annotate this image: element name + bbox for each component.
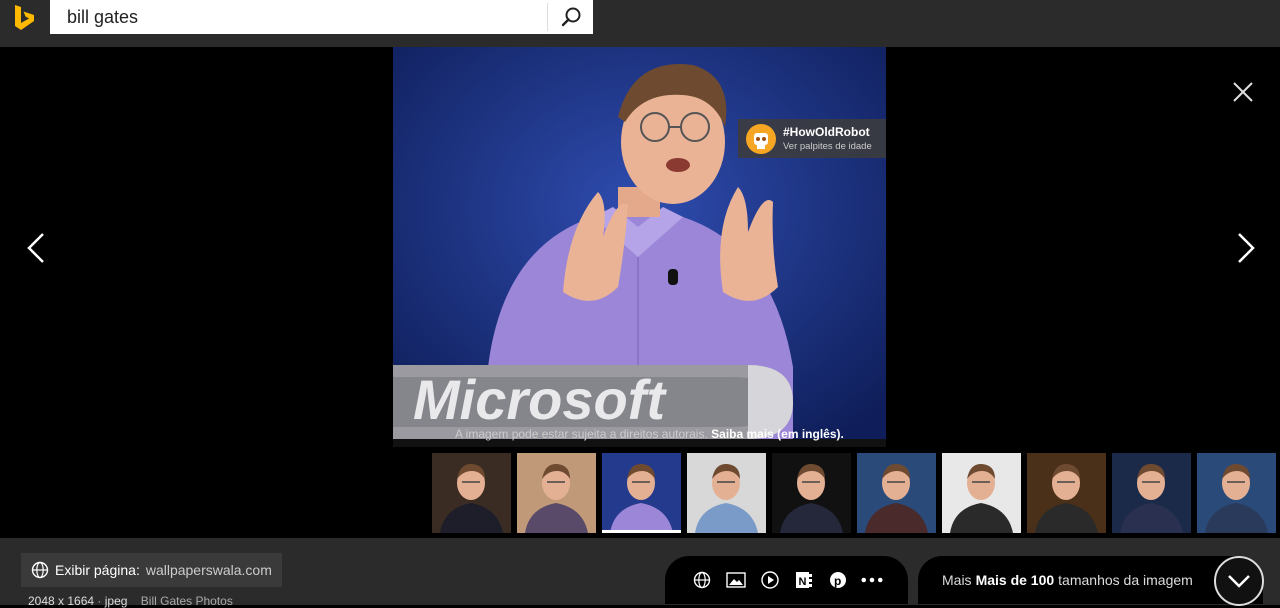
- search-icon: [561, 7, 580, 27]
- image-icon: [725, 572, 746, 588]
- chevron-left-icon: [27, 233, 44, 263]
- visit-page-button[interactable]: Exibir página: wallpaperswala.com: [21, 553, 282, 587]
- copyright-learn-more-link[interactable]: Saiba mais (em inglês): [711, 427, 840, 441]
- search-button[interactable]: [548, 0, 593, 34]
- svg-text:p: p: [834, 574, 841, 588]
- thumbnail-image: [857, 453, 936, 533]
- thumbnail-image: [942, 453, 1021, 533]
- how-old-robot-title: #HowOldRobot: [783, 125, 870, 139]
- search-input[interactable]: [50, 0, 546, 34]
- related-search-link[interactable]: Bill Gates Photos: [141, 594, 233, 608]
- thumbnail-image: [1112, 453, 1191, 533]
- play-icon: [760, 571, 779, 589]
- copyright-period: .: [840, 427, 844, 441]
- thumbnail-image: [517, 453, 596, 533]
- thumbnail-5[interactable]: [772, 453, 851, 533]
- pinterest-icon: p: [829, 572, 846, 588]
- thumbnail-9[interactable]: [1112, 453, 1191, 533]
- onenote-button[interactable]: N: [793, 569, 815, 591]
- thumbnail-2[interactable]: [517, 453, 596, 533]
- expand-button[interactable]: [1214, 556, 1264, 606]
- search-box: [50, 0, 593, 34]
- thumbnail-image: [1027, 453, 1106, 533]
- robot-icon: [746, 124, 776, 154]
- more-sizes-suffix: tamanhos da imagem: [1058, 572, 1193, 588]
- visit-page-label: Exibir página:: [55, 562, 140, 578]
- thumbnail-image: [687, 453, 766, 533]
- thumbnail-6[interactable]: [857, 453, 936, 533]
- close-icon: [1233, 82, 1253, 102]
- how-old-robot-badge[interactable]: #HowOldRobot Ver palpites de idade: [738, 119, 886, 158]
- view-image-button[interactable]: [725, 569, 747, 591]
- onenote-icon: N: [795, 572, 812, 588]
- previous-image-button[interactable]: [24, 232, 50, 264]
- thumbnail-1[interactable]: [432, 453, 511, 533]
- meta-separator: ·: [97, 594, 102, 608]
- more-icon: [860, 577, 883, 583]
- more-sizes-button[interactable]: Mais Mais de 100 tamanhos da imagem: [918, 556, 1263, 604]
- main-image[interactable]: Microsoft: [393, 47, 886, 447]
- visit-page-domain: wallpaperswala.com: [145, 562, 272, 578]
- top-bar: [0, 0, 1280, 47]
- bottom-bar: Exibir página: wallpaperswala.com 2048 x…: [0, 538, 1280, 608]
- globe-icon: [31, 561, 49, 579]
- image-dimensions: 2048 x 1664: [28, 594, 95, 608]
- image-metadata: 2048 x 1664 · jpeg Bill Gates Photos: [28, 594, 233, 608]
- chevron-down-icon: [1228, 575, 1250, 588]
- bing-logo-icon[interactable]: [12, 4, 40, 32]
- copyright-notice: A imagem pode estar sujeita a direitos a…: [455, 427, 844, 441]
- thumbnail-4[interactable]: [687, 453, 766, 533]
- more-sizes-prefix: Mais: [942, 572, 972, 588]
- more-sizes-count: Mais de 100: [975, 572, 1055, 588]
- thumbnail-image: [432, 453, 511, 533]
- chevron-right-icon: [1238, 233, 1255, 263]
- globe-icon: [693, 571, 710, 589]
- image-format: jpeg: [104, 594, 128, 608]
- podium-text: Microsoft: [413, 368, 667, 431]
- how-old-robot-subtitle: Ver palpites de idade: [783, 141, 872, 152]
- thumbnail-3[interactable]: [602, 453, 681, 533]
- svg-text:N: N: [798, 576, 806, 588]
- main-photo: Microsoft: [393, 47, 886, 447]
- more-options-button[interactable]: [860, 569, 883, 591]
- thumbnail-image: [772, 453, 851, 533]
- thumbnail-8[interactable]: [1027, 453, 1106, 533]
- visit-site-action-button[interactable]: [691, 569, 713, 591]
- thumbnail-image: [602, 453, 681, 530]
- thumbnail-7[interactable]: [942, 453, 1021, 533]
- copyright-text: A imagem pode estar sujeita a direitos a…: [455, 427, 712, 441]
- thumbnail-image: [1197, 453, 1276, 533]
- close-button[interactable]: [1230, 79, 1256, 105]
- image-actions: N p: [665, 556, 908, 604]
- image-viewer: Microsoft #HowOldRobot Ver palpites de i…: [0, 47, 1280, 538]
- next-image-button[interactable]: [1232, 232, 1258, 264]
- pinterest-button[interactable]: p: [827, 569, 849, 591]
- slideshow-button[interactable]: [759, 569, 781, 591]
- thumbnail-10[interactable]: [1197, 453, 1276, 533]
